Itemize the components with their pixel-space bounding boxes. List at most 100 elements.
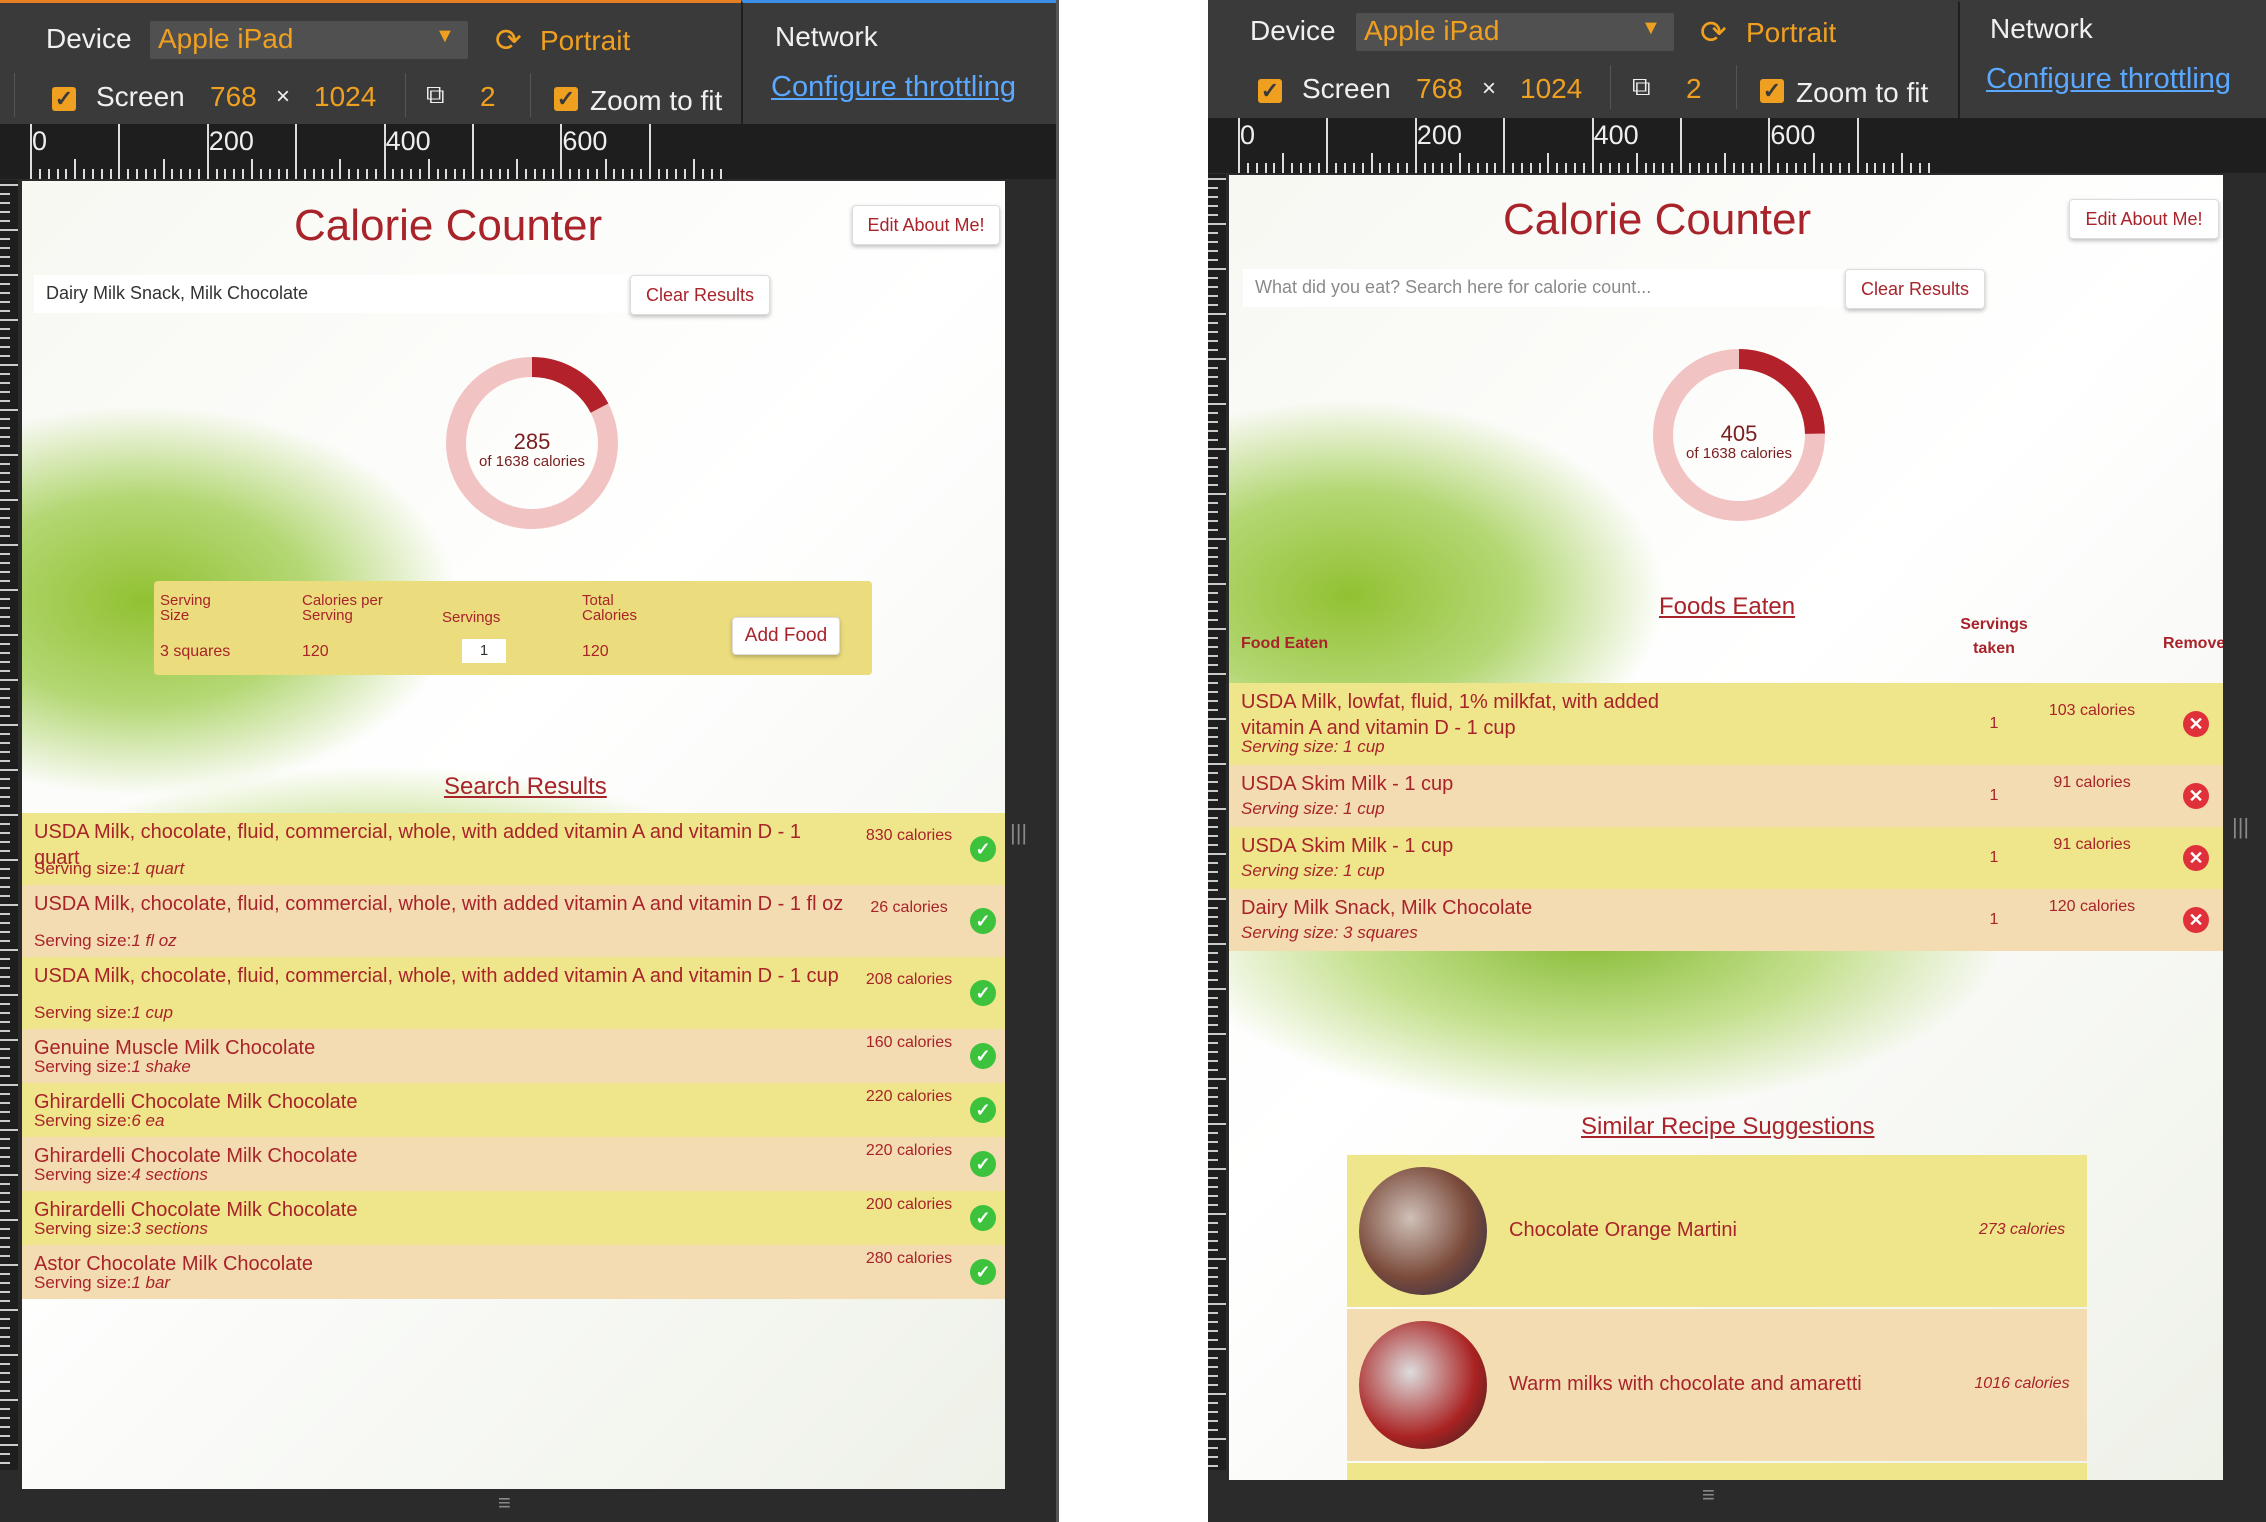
serving-prefix: Serving size: (34, 1003, 132, 1022)
ruler-tick (38, 169, 41, 179)
ruler-tick (1208, 232, 1218, 234)
ruler-tick (1706, 163, 1709, 173)
screen-width-input[interactable]: 768 (1416, 73, 1463, 105)
add-check-icon[interactable]: ✓ (970, 1043, 996, 1069)
recipe-suggestion-row[interactable]: Warm milks with chocolate and amaretti 10… (1347, 1309, 2087, 1461)
rotate-icon[interactable]: ⟳ (495, 21, 522, 59)
edit-about-me-button[interactable]: Edit About Me! (852, 205, 1000, 245)
device-select[interactable]: Apple iPad ▼ (1356, 13, 1674, 51)
ruler-tick (0, 904, 18, 906)
pixel-ratio-input[interactable]: 2 (1686, 73, 1702, 105)
configure-throttling-link[interactable]: Configure throttling (1986, 63, 2231, 96)
bottom-resize-handle-icon[interactable]: ≡ (498, 1490, 511, 1516)
ruler-tick (1208, 907, 1218, 909)
recipe-suggestion-row[interactable]: Chocolate Orange Martini 273 calories (1347, 1155, 2087, 1307)
ruler-tick (0, 544, 18, 546)
ruler-tick (321, 169, 324, 179)
search-result-row[interactable]: USDA Milk, chocolate, fluid, commercial,… (22, 813, 1005, 885)
search-result-row[interactable]: Ghirardelli Chocolate Milk Chocolate Serv… (22, 1191, 1005, 1245)
eaten-food-serving: Serving size: 1 cup (1241, 861, 1385, 881)
add-check-icon[interactable]: ✓ (970, 836, 996, 862)
ruler-tick (1208, 601, 1218, 603)
add-check-icon[interactable]: ✓ (970, 1259, 996, 1285)
screen-height-input[interactable]: 1024 (1520, 73, 1582, 105)
rotate-icon[interactable]: ⟳ (1700, 13, 1727, 51)
add-check-icon[interactable]: ✓ (970, 1205, 996, 1231)
ruler-tick (0, 958, 10, 960)
ruler-tick (1208, 1312, 1218, 1314)
ruler-tick (348, 169, 351, 179)
pixel-ratio-input[interactable]: 2 (480, 81, 496, 113)
add-food-button[interactable]: Add Food (732, 617, 840, 655)
servings-input[interactable]: 1 (462, 639, 506, 663)
add-check-icon[interactable]: ✓ (970, 980, 996, 1006)
ruler-tick (463, 169, 466, 179)
device-select[interactable]: Apple iPad ▼ (150, 21, 468, 59)
ruler-tick (0, 535, 10, 537)
ruler-tick (1741, 163, 1744, 173)
recipe-suggestion-row[interactable] (1347, 1463, 2087, 1480)
ruler-tick (0, 1363, 10, 1365)
eaten-food-name: Dairy Milk Snack, Milk Chocolate (1241, 897, 1533, 919)
add-check-icon[interactable]: ✓ (970, 908, 996, 934)
configure-throttling-link[interactable]: Configure throttling (771, 71, 1016, 104)
edit-about-me-button[interactable]: Edit About Me! (2069, 199, 2219, 239)
serving-value: 3 squares (1343, 923, 1418, 942)
ruler-tick (0, 193, 10, 195)
search-input[interactable]: What did you eat? Search here for calori… (1243, 269, 1853, 307)
bottom-resize-handle-icon[interactable]: ≡ (1702, 1482, 1715, 1508)
ruler-tick (666, 169, 669, 179)
ruler-tick (1918, 163, 1921, 173)
ruler-tick (1821, 163, 1824, 173)
clear-results-button[interactable]: Clear Results (1845, 269, 1985, 309)
add-check-icon[interactable]: ✓ (970, 1151, 996, 1177)
search-result-row[interactable]: Ghirardelli Chocolate Milk Chocolate Serv… (22, 1137, 1005, 1191)
ruler-tick (1208, 1348, 1226, 1350)
ruler-tick (418, 169, 421, 179)
search-input[interactable]: Dairy Milk Snack, Milk Chocolate (34, 275, 634, 313)
remove-icon[interactable]: ✕ (2183, 783, 2209, 809)
device-label: Device (46, 23, 132, 54)
ruler-tick (0, 1327, 10, 1329)
remove-icon[interactable]: ✕ (2183, 845, 2209, 871)
search-result-row[interactable]: Ghirardelli Chocolate Milk Chocolate Serv… (22, 1083, 1005, 1137)
zoom-checkbox[interactable]: ✓ (554, 87, 578, 111)
ruler-tick (0, 661, 10, 663)
orientation-button[interactable]: Portrait (1746, 17, 1836, 49)
ruler-tick (1308, 163, 1311, 173)
ruler-tick (1208, 223, 1226, 225)
resize-handle-icon[interactable]: ||| (2232, 814, 2249, 840)
ruler-tick (1208, 241, 1218, 243)
ruler-tick (0, 400, 10, 402)
ruler-tick (109, 169, 112, 179)
search-result-row[interactable]: USDA Milk, chocolate, fluid, commercial,… (22, 957, 1005, 1029)
ruler-tick (0, 598, 10, 600)
search-result-row[interactable]: Astor Chocolate Milk Chocolate Serving si… (22, 1245, 1005, 1299)
zoom-checkbox[interactable]: ✓ (1760, 79, 1784, 103)
ruler-tick (0, 841, 10, 843)
ruler-tick (1609, 163, 1612, 173)
screen-width-input[interactable]: 768 (210, 81, 257, 113)
ruler-tick (639, 169, 642, 179)
resize-handle-icon[interactable]: ||| (1010, 820, 1027, 846)
ruler-tick (1208, 1411, 1218, 1413)
ruler-tick (1299, 163, 1302, 173)
ruler-tick (551, 169, 554, 179)
ruler-tick (1208, 1447, 1218, 1449)
left-device-emulator: Device Apple iPad ▼ ⟳ Portrait ✓ Screen … (0, 0, 1059, 1522)
remove-icon[interactable]: ✕ (2183, 711, 2209, 737)
search-result-row[interactable]: USDA Milk, chocolate, fluid, commercial,… (22, 885, 1005, 957)
clear-results-button[interactable]: Clear Results (630, 275, 770, 315)
add-check-icon[interactable]: ✓ (970, 1097, 996, 1123)
screen-checkbox[interactable]: ✓ (1258, 79, 1282, 103)
ruler-tick (1432, 163, 1435, 173)
search-result-row[interactable]: Genuine Muscle Milk Chocolate Serving siz… (22, 1029, 1005, 1083)
screen-height-input[interactable]: 1024 (314, 81, 376, 113)
ruler-tick (74, 159, 77, 179)
ruler-tick (0, 1336, 10, 1338)
screen-checkbox[interactable]: ✓ (52, 87, 76, 111)
servings-taken-column-header: Servings taken (1960, 616, 2028, 657)
remove-icon[interactable]: ✕ (2183, 907, 2209, 933)
ruler-tick (1208, 376, 1218, 378)
orientation-button[interactable]: Portrait (540, 25, 630, 57)
